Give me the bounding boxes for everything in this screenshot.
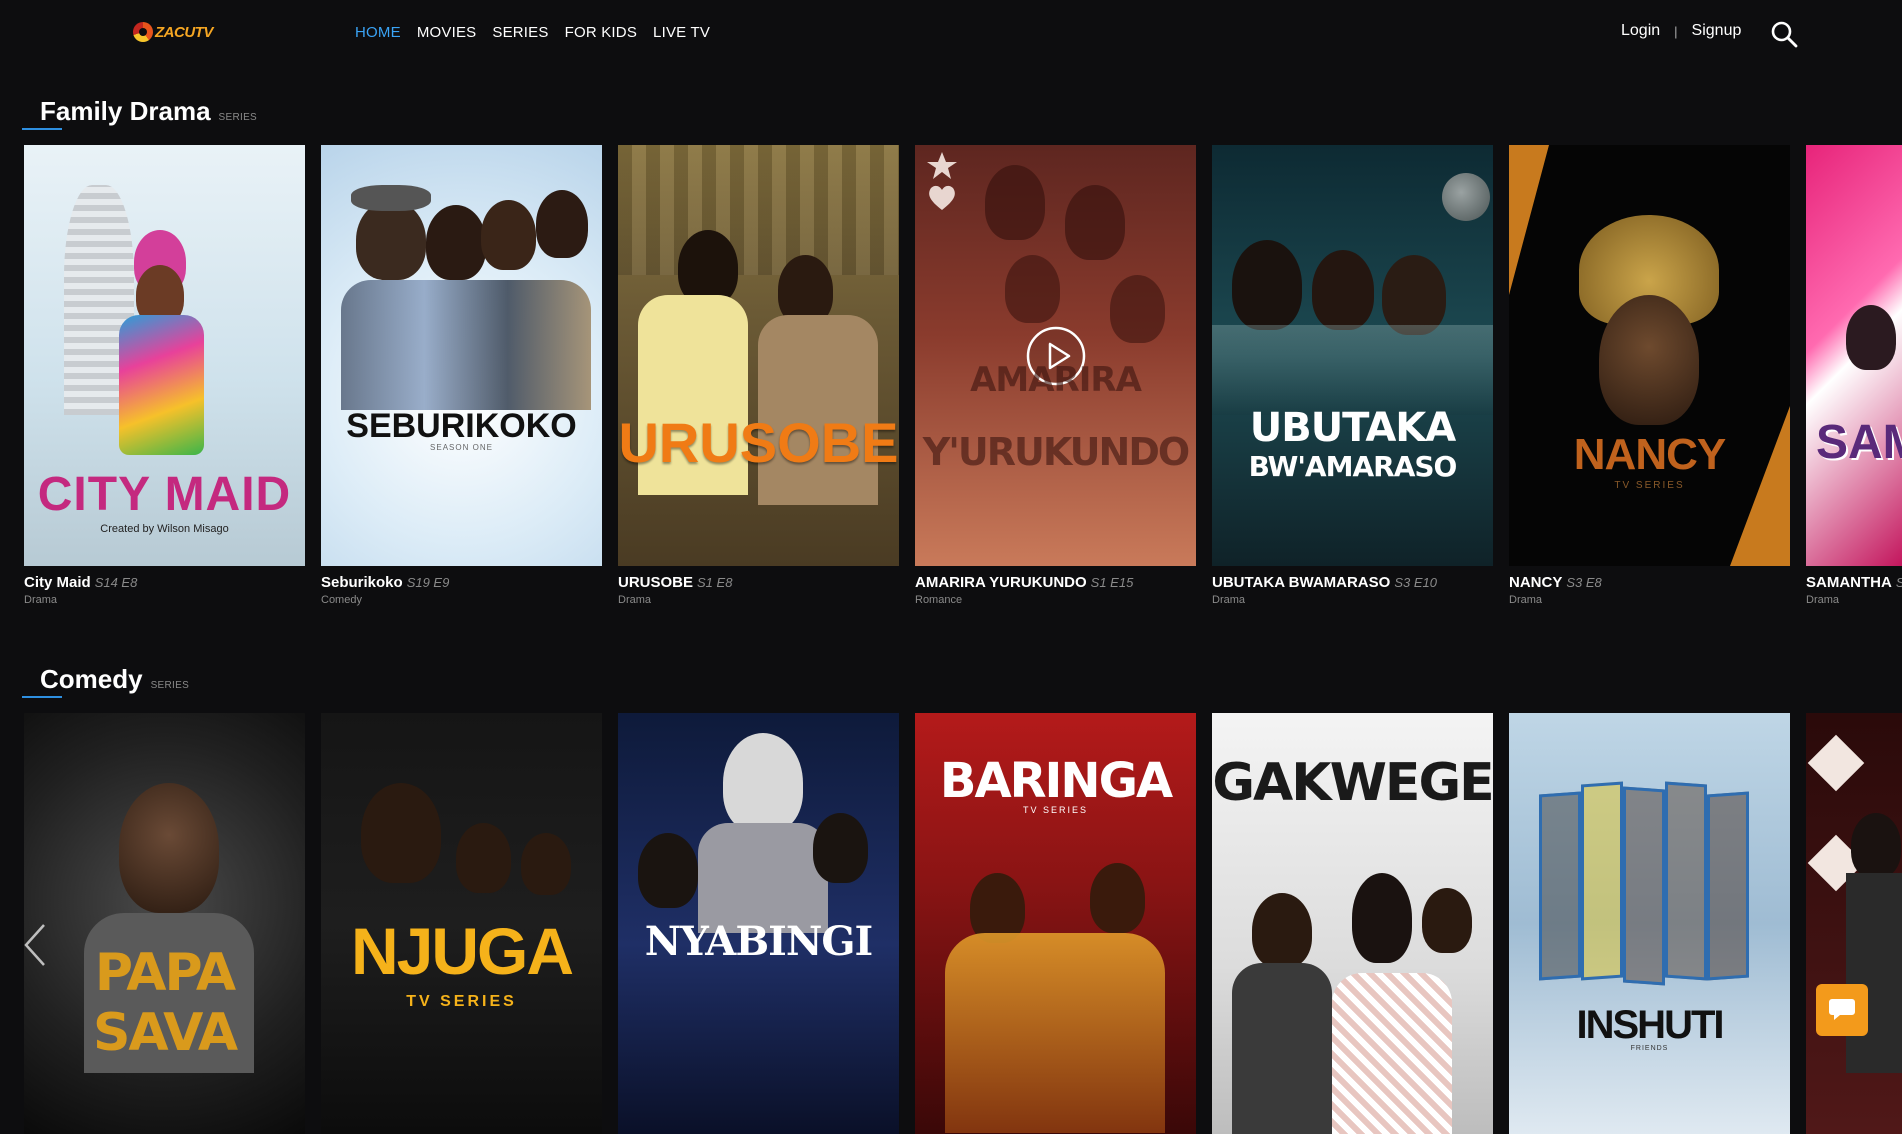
poster-image[interactable]: PAPA SAVA (24, 713, 305, 1134)
section-underline (22, 128, 62, 130)
poster-title: UBUTAKA (1249, 405, 1457, 451)
poster-image[interactable]: NANCY TV SERIES (1509, 145, 1790, 566)
series-card[interactable]: UBUTAKA BW'AMARASO UBUTAKA BWAMARASO S3 E… (1212, 145, 1493, 606)
poster-image[interactable]: SAM (1806, 145, 1902, 566)
main-nav: HOME MOVIES SERIES FOR KIDS LIVE TV (355, 24, 710, 41)
poster-title: SEBURIKOKO (346, 407, 577, 445)
card-genre: Drama (1509, 594, 1543, 606)
poster-title: URUSOBE (618, 411, 899, 474)
heart-icon (929, 185, 955, 210)
poster-title: NYABINGI (644, 918, 874, 965)
poster-subtitle: TV SERIES (1022, 805, 1088, 815)
chevron-left-icon[interactable] (22, 922, 48, 968)
season-episode: S1 E8 (697, 575, 733, 590)
series-card[interactable]: PAPA SAVA (24, 713, 305, 1134)
nav-for-kids[interactable]: FOR KIDS (565, 24, 637, 41)
season-episode: S3 E8 (1566, 575, 1602, 590)
poster-subtitle: BW'AMARASO (1248, 450, 1458, 483)
chat-button[interactable] (1816, 984, 1868, 1036)
zacutv-logo[interactable]: ZACUTV (133, 22, 213, 42)
auth-links: Login | Signup (1621, 22, 1741, 40)
card-title[interactable]: SAMANTHA (1806, 574, 1892, 591)
poster-subtitle: Created by Wilson Misago (100, 523, 229, 535)
series-card[interactable]: NYABINGI (618, 713, 899, 1134)
poster-title: NJUGA (350, 914, 574, 988)
poster-title: CITY MAID (37, 468, 292, 521)
poster-image[interactable]: AMARIRA Y'URUKUNDO (915, 145, 1196, 566)
poster-image[interactable] (1806, 713, 1902, 1134)
series-card[interactable]: CITY MAID Created by Wilson Misago City … (24, 145, 305, 606)
card-genre: Drama (1806, 594, 1840, 606)
series-card[interactable]: NANCY TV SERIES NANCY S3 E8 Drama (1509, 145, 1790, 606)
season-episode: S19 E9 (406, 575, 450, 590)
section-title: Comedy (40, 664, 143, 694)
login-link[interactable]: Login (1621, 22, 1660, 40)
section-tag: SERIES (150, 680, 190, 691)
series-card[interactable]: SAM SAMANTHA S3 Drama (1806, 145, 1902, 606)
season-episode: S3 E10 (1394, 575, 1437, 590)
nav-home[interactable]: HOME (355, 24, 401, 41)
season-episode: S3 (1896, 575, 1902, 590)
season-episode: S1 E15 (1090, 575, 1134, 590)
series-card[interactable] (1806, 713, 1902, 1134)
poster-image[interactable]: BARINGA TV SERIES (915, 713, 1196, 1134)
series-card[interactable]: GAKWEGE (1212, 713, 1493, 1134)
poster-image[interactable]: CITY MAID Created by Wilson Misago (24, 145, 305, 566)
chat-icon (1829, 999, 1855, 1020)
poster-image[interactable]: NYABINGI (618, 713, 899, 1134)
poster-title: PAPA SAVA (92, 943, 238, 1063)
card-genre: Drama (24, 594, 58, 606)
card-title[interactable]: UBUTAKA BWAMARASO (1212, 574, 1390, 591)
poster-title: BARINGA (939, 753, 1173, 809)
series-row: PAPA SAVA NJUGA TV SERIES NYABINGI BARIN… (24, 713, 1902, 1134)
poster-subtitle: TV SERIES (1614, 480, 1685, 491)
poster-title: NANCY (1573, 430, 1726, 479)
search-icon[interactable] (1770, 20, 1798, 48)
poster-image[interactable]: UBUTAKA BW'AMARASO (1212, 145, 1493, 566)
card-genre: Romance (915, 594, 963, 606)
season-episode: S14 E8 (94, 575, 138, 590)
series-card[interactable]: URUSOBE URUSOBE S1 E8 Drama (618, 145, 899, 606)
star-icon[interactable] (925, 150, 959, 214)
poster-image[interactable]: SEBURIKOKO SEASON ONE (321, 145, 602, 566)
card-genre: Drama (1212, 594, 1246, 606)
card-title[interactable]: AMARIRA YURUKUNDO (915, 574, 1087, 591)
series-row: CITY MAID Created by Wilson Misago City … (24, 145, 1902, 606)
poster-title: AMARIRA (970, 360, 1142, 400)
series-card[interactable]: NJUGA TV SERIES (321, 713, 602, 1134)
poster-subtitle: SEASON ONE (430, 443, 493, 452)
card-genre: Comedy (321, 594, 362, 606)
series-card[interactable]: AMARIRA Y'URUKUNDO AMARIRA YURUKUNDO S1 E… (915, 145, 1196, 606)
poster-title: SAM (1816, 416, 1902, 469)
card-genre: Drama (618, 594, 652, 606)
series-card[interactable]: INSHUTI FRIENDS (1509, 713, 1790, 1134)
poster-subtitle: Y'URUKUNDO (922, 430, 1190, 474)
nav-series[interactable]: SERIES (492, 24, 548, 41)
poster-title: INSHUTI (1576, 1003, 1725, 1047)
poster-subtitle: TV SERIES (406, 993, 517, 1010)
poster-image[interactable]: NJUGA TV SERIES (321, 713, 602, 1134)
poster-image[interactable]: URUSOBE (618, 145, 899, 566)
logo-text: ZACUTV (155, 23, 213, 41)
poster-subtitle: FRIENDS (1630, 1045, 1669, 1052)
logo-icon (133, 22, 153, 42)
signup-link[interactable]: Signup (1692, 22, 1742, 40)
top-header: ZACUTV HOME MOVIES SERIES FOR KIDS LIVE … (0, 0, 1902, 70)
card-title[interactable]: NANCY (1509, 574, 1562, 591)
poster-image[interactable]: GAKWEGE (1212, 713, 1493, 1134)
nav-live-tv[interactable]: LIVE TV (653, 24, 710, 41)
section-tag: SERIES (218, 112, 258, 123)
series-card[interactable]: SEBURIKOKO SEASON ONE Seburikoko S19 E9 C… (321, 145, 602, 606)
section-underline (22, 696, 62, 698)
card-title[interactable]: Seburikoko (321, 574, 403, 591)
auth-separator: | (1674, 23, 1678, 39)
card-title[interactable]: URUSOBE (618, 574, 693, 591)
section-title: Family Drama (40, 96, 211, 126)
poster-image[interactable]: INSHUTI FRIENDS (1509, 713, 1790, 1134)
poster-title: GAKWEGE (1212, 753, 1493, 813)
series-card[interactable]: BARINGA TV SERIES (915, 713, 1196, 1134)
nav-movies[interactable]: MOVIES (417, 24, 477, 41)
card-title[interactable]: City Maid (24, 574, 91, 591)
